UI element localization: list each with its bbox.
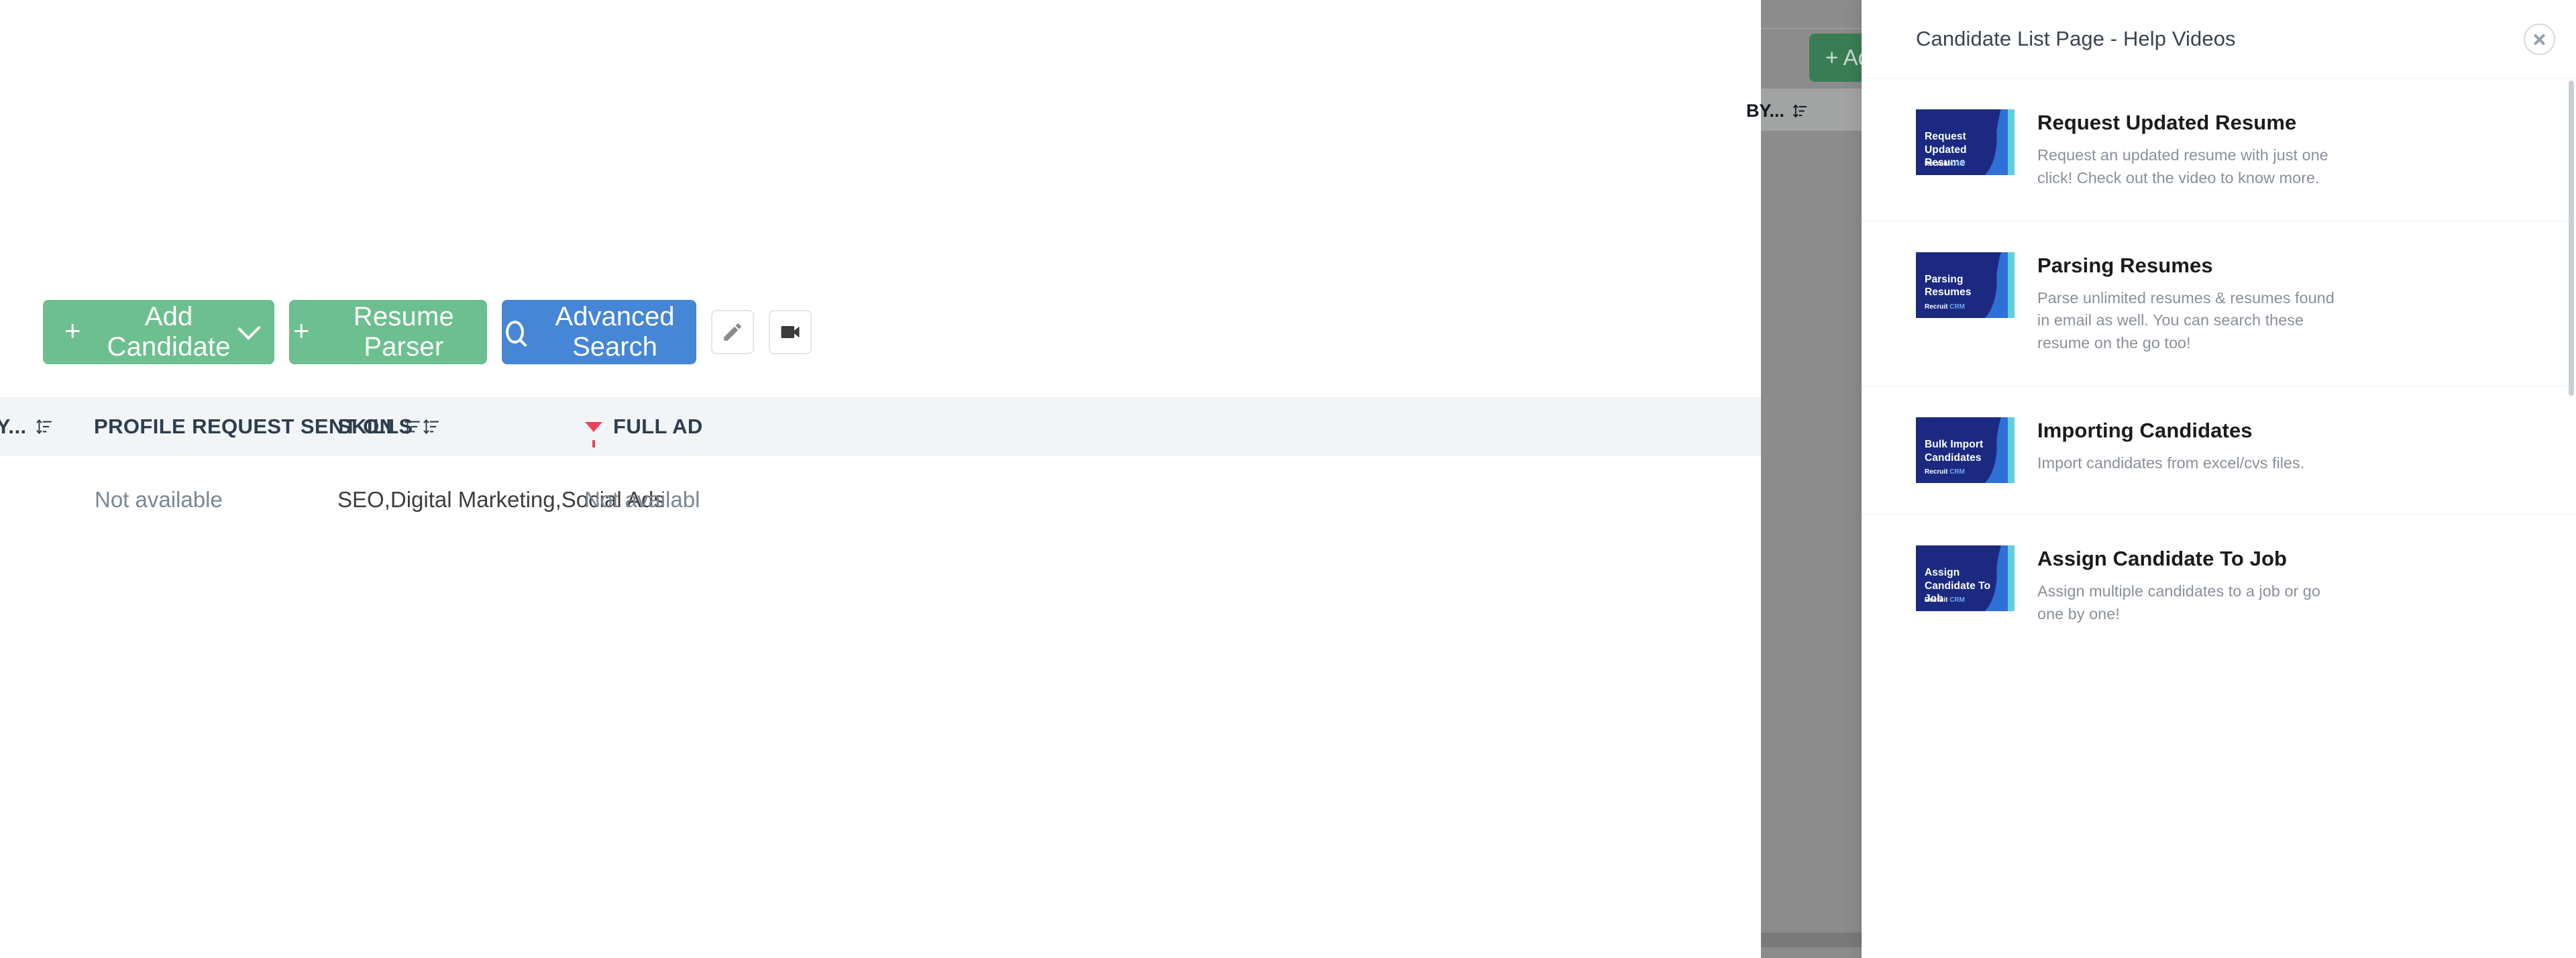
candidate-list-page: + Add Candidate + Resume Parser Advanced… [0,0,1761,958]
brand-primary: Recruit [1925,468,1948,476]
help-video-list: Request Updated Resume Recruit CRM Reque… [1862,78,2576,657]
help-videos-panel: Candidate List Page - Help Videos Reques… [1862,0,2576,958]
column-label: SKILLS [337,415,413,438]
video-title: Parsing Resumes [2037,253,2213,277]
resume-parser-label: Resume Parser [353,302,454,362]
resume-parser-button[interactable]: + Resume Parser [289,300,487,364]
candidate-table-header: BY... PROFILE REQUEST SENT ON SKILLS [0,397,1761,456]
cell-full-address: Not availabl [584,487,700,512]
help-videos-button[interactable] [769,310,812,354]
list-item[interactable]: Bulk Import Candidates Recruit CRM Impor… [1862,386,2576,515]
close-icon [2532,32,2546,46]
thumbnail-brand: Recruit CRM [1925,160,1965,168]
help-panel-title: Candidate List Page - Help Videos [1916,27,2236,50]
filter-icon[interactable] [585,421,602,447]
close-button[interactable] [2524,23,2555,55]
brand-secondary: CRM [1949,596,1966,604]
overlay-divider [1761,28,1862,29]
video-thumbnail[interactable]: Assign Candidate To Job Recruit CRM [1916,545,2015,612]
video-meta: Request Updated Resume Request an update… [2037,109,2528,190]
list-item[interactable]: Request Updated Resume Recruit CRM Reque… [1862,78,2576,221]
list-item[interactable]: Assign Candidate To Job Recruit CRM Assi… [1862,515,2576,657]
add-candidate-label: Add Candidate [107,302,231,362]
pencil-icon [724,323,741,341]
brand-primary: Recruit [1925,596,1948,604]
table-row[interactable]: Not available SEO,Digital Marketing,Soci… [0,456,1761,543]
overlay-horizontal-scrollbar [1761,933,1862,947]
brand-primary: Recruit [1925,160,1948,168]
thumbnail-brand: Recruit CRM [1925,468,1965,476]
sort-icon[interactable] [423,418,440,435]
video-meta: Parsing Resumes Parse unlimited resumes … [2037,252,2528,355]
video-thumbnail[interactable]: Parsing Resumes Recruit CRM [1916,252,2015,318]
modal-dim-overlay[interactable]: + Add BY... [1746,0,1890,958]
plus-icon: + [293,315,310,346]
video-camera-icon [781,326,800,338]
table-column-header-by[interactable]: BY... [0,415,53,439]
video-thumbnail[interactable]: Bulk Import Candidates Recruit CRM [1916,417,2015,484]
table-column-header-full-address[interactable]: FULL AD [585,415,703,447]
column-label: BY... [0,415,27,438]
video-title: Assign Candidate To Job [2037,547,2288,571]
edit-columns-button[interactable] [711,310,754,354]
plus-icon: + [64,315,81,346]
video-thumbnail[interactable]: Request Updated Resume Recruit CRM [1916,109,2015,175]
overlay-table-header-band [1761,89,1862,131]
thumbnail-title: Parsing Resumes [1925,273,1972,299]
video-description: Assign multiple candidates to a job or g… [2037,582,2320,623]
list-item[interactable]: Parsing Resumes Recruit CRM Parsing Resu… [1862,221,2576,387]
thumbnail-title: Bulk Import Candidates [1925,439,1984,464]
table-column-header-skills[interactable]: SKILLS [337,415,440,439]
candidate-toolbar: + Add Candidate + Resume Parser Advanced… [0,278,812,386]
panel-vertical-scrollbar[interactable] [2569,81,2574,396]
thumbnail-brand: Recruit CRM [1925,596,1965,604]
advanced-search-label: Advanced Search [555,302,675,362]
brand-secondary: CRM [1949,468,1966,476]
video-description: Request an updated resume with just one … [2037,146,2328,187]
sort-icon [1793,105,1807,117]
advanced-search-button[interactable]: Advanced Search [502,300,696,364]
brand-secondary: CRM [1949,303,1966,311]
search-icon [506,321,525,343]
video-description: Import candidates from excel/cvs files. [2037,454,2305,472]
video-title: Importing Candidates [2037,419,2253,443]
add-candidate-button[interactable]: + Add Candidate [43,300,274,364]
add-candidate-label-wrap: + Add Candidate [64,302,241,362]
sort-icon[interactable] [36,418,53,435]
video-meta: Assign Candidate To Job Assign multiple … [2037,545,2528,626]
video-meta: Importing Candidates Import candidates f… [2037,417,2528,475]
cell-profile-request-sent-on: Not available [95,487,223,512]
brand-primary: Recruit [1925,303,1948,311]
video-title: Request Updated Resume [2037,111,2297,134]
help-panel-header: Candidate List Page - Help Videos [1862,0,2576,78]
brand-secondary: CRM [1949,160,1966,168]
column-label: FULL AD [613,415,703,438]
video-description: Parse unlimited resumes & resumes found … [2037,288,2334,352]
thumbnail-brand: Recruit CRM [1925,303,1965,311]
